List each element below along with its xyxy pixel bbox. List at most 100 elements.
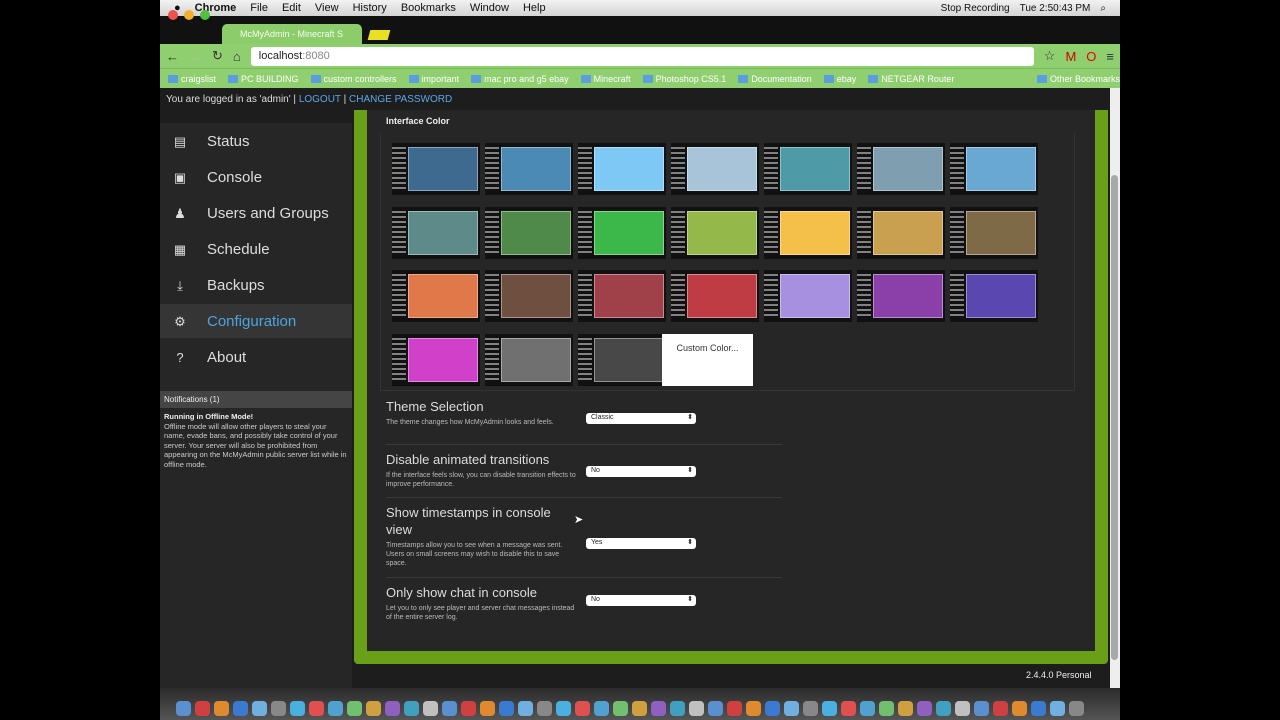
- star-icon[interactable]: ☆: [1044, 48, 1056, 64]
- color-swatch[interactable]: [764, 270, 852, 322]
- reload-icon[interactable]: ↻: [212, 48, 223, 64]
- dock-app-icon[interactable]: [442, 701, 457, 716]
- dock-app-icon[interactable]: [480, 701, 495, 716]
- dock-app-icon[interactable]: [651, 701, 666, 716]
- color-swatch[interactable]: [764, 143, 852, 195]
- close-window-button[interactable]: [168, 10, 178, 20]
- dock-app-icon[interactable]: [518, 701, 533, 716]
- dock-app-icon[interactable]: [974, 701, 989, 716]
- color-swatch[interactable]: [857, 206, 945, 259]
- dock-app-icon[interactable]: [746, 701, 761, 716]
- dock-app-icon[interactable]: [765, 701, 780, 716]
- dock-app-icon[interactable]: [613, 701, 628, 716]
- opera-icon[interactable]: O: [1086, 49, 1096, 64]
- setting-select[interactable]: No: [586, 466, 696, 477]
- custom-color-button[interactable]: Custom Color...: [662, 333, 753, 386]
- color-swatch[interactable]: [671, 206, 759, 259]
- dock-app-icon[interactable]: [195, 701, 210, 716]
- home-icon[interactable]: ⌂: [233, 49, 241, 64]
- bookmark[interactable]: custom controllers: [310, 74, 397, 84]
- dock-app-icon[interactable]: [575, 701, 590, 716]
- dock-app-icon[interactable]: [689, 701, 704, 716]
- gmail-icon[interactable]: M: [1065, 49, 1076, 64]
- dock-app-icon[interactable]: [423, 701, 438, 716]
- dock-app-icon[interactable]: [1050, 701, 1065, 716]
- color-swatch[interactable]: [578, 206, 666, 259]
- dock-app-icon[interactable]: [803, 701, 818, 716]
- dock-app-icon[interactable]: [993, 701, 1008, 716]
- dock-app-icon[interactable]: [727, 701, 742, 716]
- browser-tab[interactable]: McMyAdmin - Minecraft S: [222, 24, 362, 44]
- dock-app-icon[interactable]: [271, 701, 286, 716]
- forward-icon[interactable]: →: [189, 49, 202, 64]
- dock-app-icon[interactable]: [670, 701, 685, 716]
- change-password-link[interactable]: CHANGE PASSWORD: [349, 94, 452, 105]
- color-swatch[interactable]: [578, 333, 666, 386]
- dock-app-icon[interactable]: [917, 701, 932, 716]
- setting-select[interactable]: No: [586, 595, 696, 606]
- dock-app-icon[interactable]: [860, 701, 875, 716]
- dock-app-icon[interactable]: [1069, 701, 1084, 716]
- menu-view[interactable]: View: [315, 2, 339, 14]
- dock-app-icon[interactable]: [556, 701, 571, 716]
- color-swatch[interactable]: [950, 143, 1038, 195]
- dock-app-icon[interactable]: [290, 701, 305, 716]
- sidebar-item-status[interactable]: ▤ Status: [160, 124, 352, 158]
- bookmark[interactable]: NETGEAR Router: [868, 74, 954, 84]
- stop-recording[interactable]: Stop Recording: [941, 3, 1010, 14]
- dock-app-icon[interactable]: [385, 701, 400, 716]
- dock-app-icon[interactable]: [252, 701, 267, 716]
- new-tab-button[interactable]: [367, 30, 391, 40]
- dock-app-icon[interactable]: [461, 701, 476, 716]
- bookmark[interactable]: important: [408, 74, 459, 84]
- dock-app-icon[interactable]: [841, 701, 856, 716]
- menu-icon[interactable]: ≡: [1106, 49, 1114, 64]
- menu-file[interactable]: File: [250, 2, 268, 14]
- address-bar[interactable]: localhost:8080: [250, 46, 1034, 66]
- color-swatch[interactable]: [950, 206, 1038, 259]
- sidebar-item-about[interactable]: ? About: [160, 340, 352, 374]
- bookmark[interactable]: ebay: [823, 74, 856, 84]
- notifications-header[interactable]: Notifications (1): [160, 391, 352, 408]
- color-swatch[interactable]: [578, 270, 666, 322]
- dock-app-icon[interactable]: [366, 701, 381, 716]
- minimize-window-button[interactable]: [184, 10, 194, 20]
- dock-app-icon[interactable]: [176, 701, 191, 716]
- bookmark[interactable]: Other Bookmarks: [1036, 74, 1120, 84]
- color-swatch[interactable]: [392, 270, 480, 322]
- dock-app-icon[interactable]: [328, 701, 343, 716]
- color-swatch[interactable]: [485, 270, 573, 322]
- logout-link[interactable]: LOGOUT: [299, 94, 341, 105]
- color-swatch[interactable]: [764, 206, 852, 259]
- menu-window[interactable]: Window: [470, 2, 509, 14]
- menu-history[interactable]: History: [353, 2, 387, 14]
- scrollbar-thumb[interactable]: [1111, 175, 1118, 660]
- sidebar-item-schedule[interactable]: ▦ Schedule: [160, 232, 352, 266]
- dock-app-icon[interactable]: [309, 701, 324, 716]
- bookmark[interactable]: Photoshop CS5.1: [642, 74, 726, 84]
- clock[interactable]: Tue 2:50:43 PM: [1020, 3, 1091, 14]
- dock-app-icon[interactable]: [822, 701, 837, 716]
- dock-app-icon[interactable]: [347, 701, 362, 716]
- dock-app-icon[interactable]: [708, 701, 723, 716]
- color-swatch[interactable]: [857, 143, 945, 195]
- color-swatch[interactable]: [485, 143, 573, 195]
- dock-app-icon[interactable]: [1031, 701, 1046, 716]
- sidebar-item-backups[interactable]: ⤓ Backups: [160, 268, 352, 302]
- dock-app-icon[interactable]: [879, 701, 894, 716]
- setting-select[interactable]: Yes: [586, 538, 696, 549]
- menu-edit[interactable]: Edit: [282, 2, 301, 14]
- sidebar-item-configuration[interactable]: ⚙ Configuration: [160, 304, 352, 338]
- bookmark[interactable]: PC BUILDING: [228, 74, 299, 84]
- dock-app-icon[interactable]: [594, 701, 609, 716]
- color-swatch[interactable]: [950, 270, 1038, 322]
- bookmark[interactable]: Minecraft: [580, 74, 631, 84]
- dock-app-icon[interactable]: [404, 701, 419, 716]
- dock-app-icon[interactable]: [632, 701, 647, 716]
- dock-app-icon[interactable]: [898, 701, 913, 716]
- dock-app-icon[interactable]: [214, 701, 229, 716]
- dock-app-icon[interactable]: [955, 701, 970, 716]
- sidebar-item-console[interactable]: ▣ Console: [160, 160, 352, 194]
- back-icon[interactable]: ←: [166, 49, 179, 64]
- dock-app-icon[interactable]: [936, 701, 951, 716]
